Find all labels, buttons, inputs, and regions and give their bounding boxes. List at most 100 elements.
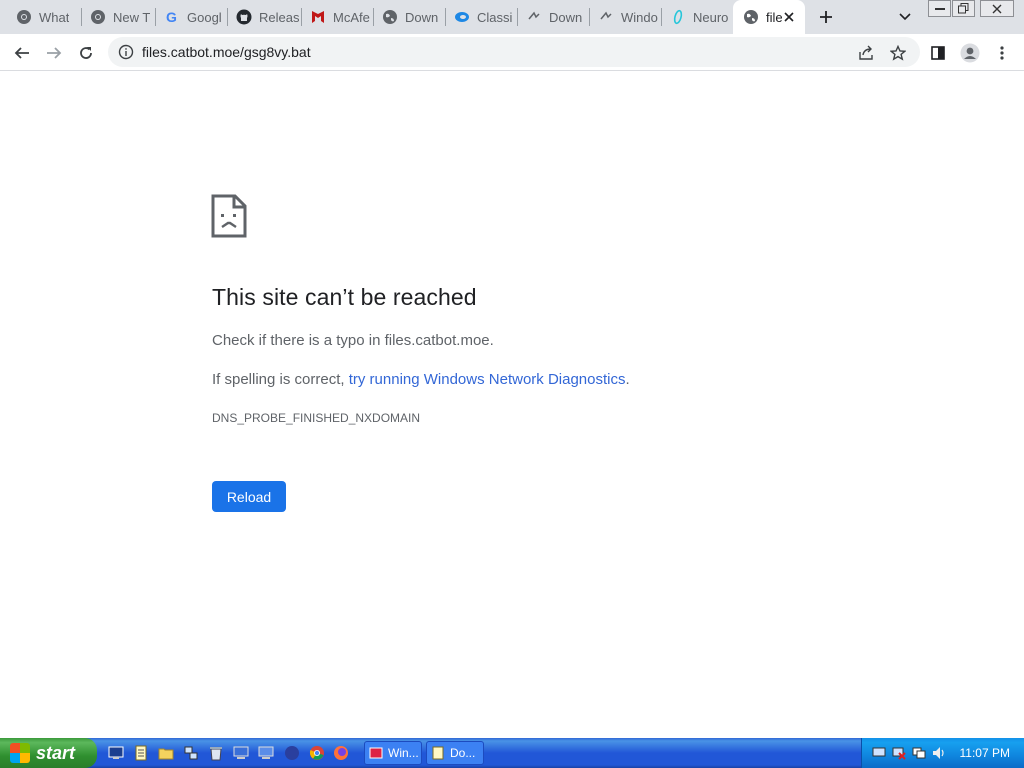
- sad-document-icon: [211, 194, 247, 238]
- forward-button[interactable]: [41, 40, 67, 66]
- tab-title: Releas: [259, 9, 300, 25]
- bookmark-button[interactable]: [885, 40, 911, 66]
- start-label: start: [36, 742, 76, 763]
- tab-9[interactable]: Neuro: [660, 0, 732, 34]
- tab-0[interactable]: What: [6, 0, 80, 34]
- minimize-icon: [934, 7, 945, 10]
- tab-title: Googl: [187, 9, 222, 25]
- google-icon: G: [164, 9, 180, 25]
- reload-toolbar-button[interactable]: [73, 40, 99, 66]
- computer-icon[interactable]: [233, 745, 249, 761]
- tab-2[interactable]: G Googl: [154, 0, 226, 34]
- windows-logo-icon: [10, 743, 30, 763]
- notepad-icon[interactable]: [133, 745, 149, 761]
- tab-5[interactable]: Down: [372, 0, 444, 34]
- globe-icon: [382, 9, 398, 25]
- close-icon: [992, 4, 1002, 13]
- tab-title: Down: [405, 9, 439, 25]
- tab-title: Neuro: [693, 9, 729, 25]
- tab-6[interactable]: Classi: [444, 0, 516, 34]
- classic-icon: [454, 9, 470, 25]
- recycle-bin-icon[interactable]: [208, 745, 224, 761]
- back-button[interactable]: [9, 40, 35, 66]
- download-icon: [598, 9, 614, 25]
- tab-title: McAfe: [333, 9, 370, 25]
- chrome-icon[interactable]: [309, 745, 325, 761]
- error-diagnostics-hint: If spelling is correct, try running Wind…: [212, 371, 630, 388]
- tab-4[interactable]: McAfe: [300, 0, 372, 34]
- taskbar: start Win... Do... 11:07 PM: [0, 738, 1024, 768]
- mcafee-icon: [310, 9, 326, 25]
- profile-button[interactable]: [957, 40, 983, 66]
- tab-title: What: [39, 9, 70, 25]
- monitor-icon[interactable]: [258, 745, 274, 761]
- network-status-icon[interactable]: [872, 746, 886, 760]
- side-panel-button[interactable]: [925, 40, 951, 66]
- info-icon[interactable]: [118, 44, 134, 60]
- tab-3[interactable]: Releas: [226, 0, 300, 34]
- tab-10-active[interactable]: file: [733, 0, 805, 34]
- system-tray: 11:07 PM: [861, 738, 1024, 768]
- tab-title: Down: [549, 9, 583, 25]
- restore-icon: [958, 3, 969, 14]
- folder-icon[interactable]: [158, 745, 174, 761]
- tab-title: Classi: [477, 9, 513, 25]
- tab-1[interactable]: New T: [80, 0, 154, 34]
- reload-button[interactable]: Reload: [212, 481, 286, 512]
- chrome-icon: [16, 9, 32, 25]
- tab-7[interactable]: Down: [516, 0, 588, 34]
- kebab-menu-icon: [1000, 46, 1004, 60]
- minimize-button[interactable]: [928, 0, 951, 17]
- github-icon: [236, 9, 252, 25]
- task-button-document[interactable]: Do...: [426, 741, 484, 765]
- error-page: This site can’t be reached Check if ther…: [0, 72, 1024, 738]
- download-icon: [526, 9, 542, 25]
- firefox-icon[interactable]: [333, 745, 349, 761]
- clock[interactable]: 11:07 PM: [960, 746, 1010, 760]
- start-button[interactable]: start: [0, 738, 97, 768]
- side-panel-icon: [931, 46, 945, 60]
- address-bar[interactable]: files.catbot.moe/gsg8vy.bat: [108, 37, 920, 67]
- reload-icon: [80, 47, 92, 59]
- show-desktop-icon[interactable]: [108, 745, 124, 761]
- tab-strip: What New T G Googl Releas McAfe Down Cla…: [0, 0, 1024, 34]
- url-text[interactable]: files.catbot.moe/gsg8vy.bat: [142, 44, 311, 60]
- diagnostics-prefix: If spelling is correct,: [212, 371, 349, 388]
- svg-text:G: G: [166, 9, 177, 25]
- share-icon: [859, 45, 873, 60]
- error-title: This site can’t be reached: [212, 284, 477, 310]
- restore-button[interactable]: [952, 0, 975, 17]
- tab-title: New T: [113, 9, 151, 25]
- tab-title: Windo: [621, 9, 658, 25]
- error-typo-hint: Check if there is a typo in files.catbot…: [212, 332, 494, 349]
- monitors-icon[interactable]: [912, 746, 926, 760]
- error-code: DNS_PROBE_FINISHED_NXDOMAIN: [212, 411, 421, 425]
- tab-search-button[interactable]: [893, 5, 917, 29]
- network-icon[interactable]: [183, 745, 199, 761]
- share-button[interactable]: [853, 40, 879, 66]
- close-window-button[interactable]: [980, 0, 1014, 17]
- window-icon: [369, 747, 383, 759]
- globe-icon: [743, 9, 759, 25]
- back-arrow-icon: [14, 47, 29, 59]
- forward-arrow-icon: [47, 47, 62, 59]
- menu-button[interactable]: [989, 40, 1015, 66]
- diagnostics-suffix: .: [625, 371, 630, 388]
- avatar-icon: [960, 43, 980, 63]
- volume-icon[interactable]: [932, 746, 946, 760]
- browser-toolbar: files.catbot.moe/gsg8vy.bat: [0, 34, 1024, 71]
- task-label: Do...: [450, 746, 476, 760]
- task-label: Win...: [388, 746, 419, 760]
- document-icon: [432, 746, 444, 760]
- star-icon: [890, 45, 906, 61]
- chrome-icon: [90, 9, 106, 25]
- app-circle-icon[interactable]: [284, 745, 300, 761]
- tab-8[interactable]: Windo: [588, 0, 660, 34]
- task-button-windows[interactable]: Win...: [364, 741, 422, 765]
- plus-icon: [820, 11, 832, 23]
- network-disconnected-icon[interactable]: [892, 746, 906, 760]
- close-icon[interactable]: [781, 9, 797, 25]
- new-tab-button[interactable]: [814, 5, 838, 29]
- chevron-down-icon: [899, 13, 911, 21]
- network-diagnostics-link[interactable]: try running Windows Network Diagnostics: [349, 371, 626, 388]
